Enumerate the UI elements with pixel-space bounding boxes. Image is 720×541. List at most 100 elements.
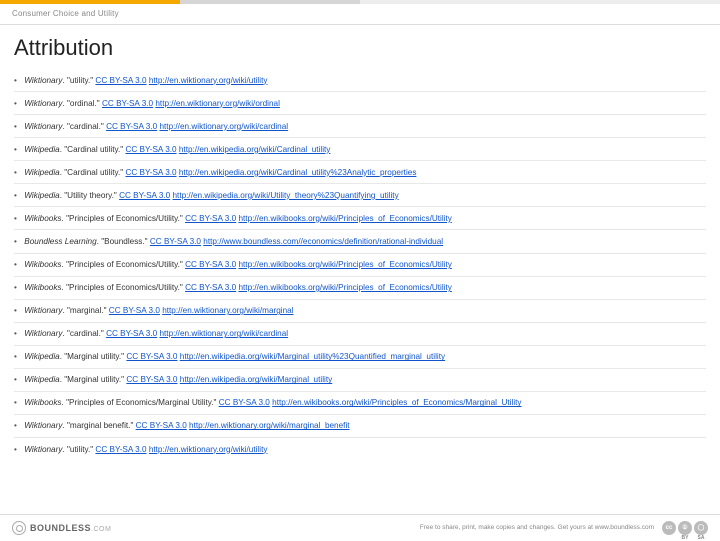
source-name: Wiktionary (24, 306, 62, 315)
attribution-item: • Wiktionary. "cardinal." CC BY-SA 3.0 h… (14, 115, 706, 138)
bullet-icon: • (14, 328, 22, 339)
bullet-icon: • (14, 121, 22, 132)
bullet-icon: • (14, 351, 22, 362)
footer: BOUNDLESS.COM Free to share, print, make… (0, 514, 720, 540)
attribution-item: • Wiktionary. "utility." CC BY-SA 3.0 ht… (14, 438, 706, 460)
source-title: Cardinal utility (67, 168, 118, 177)
bullet-icon: • (14, 190, 22, 201)
license-link[interactable]: CC BY-SA 3.0 (150, 237, 201, 246)
source-title: Utility theory (67, 191, 111, 200)
boundless-logo-icon (12, 521, 26, 535)
footer-tagline: Free to share, print, make copies and ch… (420, 524, 654, 531)
license-link[interactable]: CC BY-SA 3.0 (102, 99, 153, 108)
bullet-icon: • (14, 397, 22, 408)
source-title: Principles of Economics/Utility (69, 214, 178, 223)
cc-icon: cc (662, 521, 676, 535)
source-title: marginal benefit (70, 421, 128, 430)
attribution-item: • Wiktionary. "cardinal." CC BY-SA 3.0 h… (14, 323, 706, 346)
source-name: Wikipedia (24, 375, 59, 384)
source-url-link[interactable]: http://en.wiktionary.org/wiki/utility (149, 76, 268, 85)
breadcrumb: Consumer Choice and Utility (0, 4, 720, 25)
attribution-item: • Wikipedia. "Cardinal utility." CC BY-S… (14, 161, 706, 184)
license-link[interactable]: CC BY-SA 3.0 (136, 421, 187, 430)
source-url-link[interactable]: http://www.boundless.com//economics/defi… (203, 237, 443, 246)
source-title: Boundless (104, 237, 142, 246)
bullet-icon: • (14, 444, 22, 455)
source-title: marginal (70, 306, 101, 315)
attribution-item: • Wiktionary. "ordinal." CC BY-SA 3.0 ht… (14, 92, 706, 115)
source-title: ordinal (70, 99, 95, 108)
source-name: Wikipedia (24, 191, 59, 200)
bullet-icon: • (14, 213, 22, 224)
attribution-list: • Wiktionary. "utility." CC BY-SA 3.0 ht… (0, 69, 720, 460)
attribution-item: • Wikipedia. "Cardinal utility." CC BY-S… (14, 138, 706, 161)
by-icon: ①BY (678, 521, 692, 535)
license-link[interactable]: CC BY-SA 3.0 (106, 122, 157, 131)
bullet-icon: • (14, 420, 22, 431)
source-name: Wiktionary (24, 421, 62, 430)
source-url-link[interactable]: http://en.wikipedia.org/wiki/Utility_the… (172, 191, 398, 200)
license-link[interactable]: CC BY-SA 3.0 (119, 191, 170, 200)
attribution-item: • Wiktionary. "marginal." CC BY-SA 3.0 h… (14, 300, 706, 323)
license-link[interactable]: CC BY-SA 3.0 (126, 352, 177, 361)
attribution-item: • Wiktionary. "utility." CC BY-SA 3.0 ht… (14, 69, 706, 92)
source-name: Wikipedia (24, 168, 59, 177)
source-url-link[interactable]: http://en.wiktionary.org/wiki/utility (149, 445, 268, 454)
source-title: Principles of Economics/Marginal Utility (69, 398, 211, 407)
source-title: Marginal utility (67, 375, 119, 384)
bullet-icon: • (14, 259, 22, 270)
bullet-icon: • (14, 236, 22, 247)
license-link[interactable]: CC BY-SA 3.0 (125, 145, 176, 154)
source-name: Wiktionary (24, 122, 62, 131)
bullet-icon: • (14, 75, 22, 86)
source-name: Boundless Learning (24, 237, 96, 246)
source-url-link[interactable]: http://en.wikibooks.org/wiki/Principles_… (238, 214, 451, 223)
source-title: cardinal (70, 329, 99, 338)
license-link[interactable]: CC BY-SA 3.0 (185, 214, 236, 223)
source-url-link[interactable]: http://en.wikipedia.org/wiki/Marginal_ut… (180, 375, 332, 384)
license-link[interactable]: CC BY-SA 3.0 (185, 283, 236, 292)
bullet-icon: • (14, 374, 22, 385)
source-name: Wikibooks (24, 260, 61, 269)
breadcrumb-text: Consumer Choice and Utility (12, 9, 119, 18)
source-url-link[interactable]: http://en.wikipedia.org/wiki/Cardinal_ut… (179, 145, 331, 154)
source-url-link[interactable]: http://en.wikibooks.org/wiki/Principles_… (238, 260, 451, 269)
attribution-item: • Wikibooks. "Principles of Economics/Ut… (14, 207, 706, 230)
source-url-link[interactable]: http://en.wiktionary.org/wiki/marginal (162, 306, 293, 315)
logo-text: BOUNDLESS.COM (30, 523, 111, 533)
bullet-icon: • (14, 305, 22, 316)
source-name: Wikipedia (24, 352, 59, 361)
license-link[interactable]: CC BY-SA 3.0 (125, 168, 176, 177)
license-link[interactable]: CC BY-SA 3.0 (95, 445, 146, 454)
bullet-icon: • (14, 282, 22, 293)
logo: BOUNDLESS.COM (12, 521, 111, 535)
source-url-link[interactable]: http://en.wiktionary.org/wiki/marginal_b… (189, 421, 350, 430)
attribution-item: • Boundless Learning. "Boundless." CC BY… (14, 230, 706, 253)
page-title: Attribution (0, 25, 720, 69)
license-link[interactable]: CC BY-SA 3.0 (106, 329, 157, 338)
source-url-link[interactable]: http://en.wikibooks.org/wiki/Principles_… (272, 398, 521, 407)
bullet-icon: • (14, 98, 22, 109)
source-name: Wiktionary (24, 329, 62, 338)
source-url-link[interactable]: http://en.wiktionary.org/wiki/cardinal (159, 122, 288, 131)
license-link[interactable]: CC BY-SA 3.0 (185, 260, 236, 269)
license-link[interactable]: CC BY-SA 3.0 (126, 375, 177, 384)
source-title: Cardinal utility (67, 145, 118, 154)
bullet-icon: • (14, 167, 22, 178)
attribution-item: • Wikipedia. "Marginal utility." CC BY-S… (14, 346, 706, 369)
attribution-item: • Wikibooks. "Principles of Economics/Ut… (14, 277, 706, 300)
attribution-item: • Wiktionary. "marginal benefit." CC BY-… (14, 415, 706, 438)
source-url-link[interactable]: http://en.wiktionary.org/wiki/ordinal (155, 99, 280, 108)
source-url-link[interactable]: http://en.wikibooks.org/wiki/Principles_… (238, 283, 451, 292)
license-link[interactable]: CC BY-SA 3.0 (219, 398, 270, 407)
source-url-link[interactable]: http://en.wikipedia.org/wiki/Cardinal_ut… (179, 168, 417, 177)
source-name: Wikibooks (24, 398, 61, 407)
cc-badges: cc ①BY ◯SA (662, 521, 708, 535)
license-link[interactable]: CC BY-SA 3.0 (109, 306, 160, 315)
source-url-link[interactable]: http://en.wiktionary.org/wiki/cardinal (159, 329, 288, 338)
source-name: Wiktionary (24, 99, 62, 108)
source-title: Marginal utility (67, 352, 119, 361)
license-link[interactable]: CC BY-SA 3.0 (95, 76, 146, 85)
source-name: Wikipedia (24, 145, 59, 154)
source-url-link[interactable]: http://en.wikipedia.org/wiki/Marginal_ut… (180, 352, 445, 361)
